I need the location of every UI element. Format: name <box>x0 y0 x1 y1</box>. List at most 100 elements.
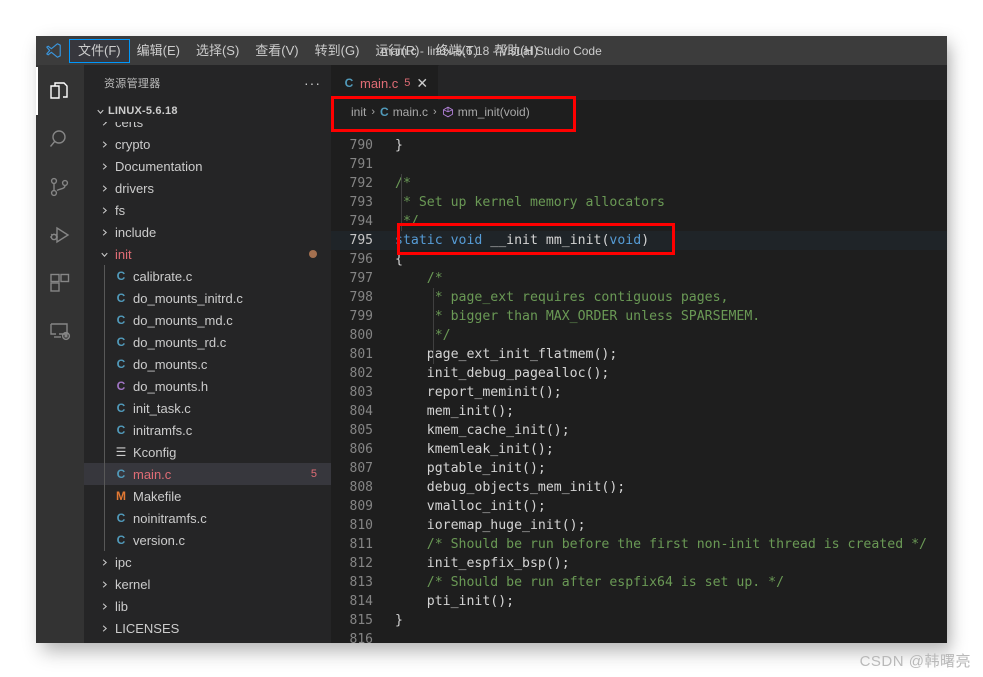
code-line-809: 809 vmalloc_init(); <box>331 497 947 516</box>
line-number: 805 <box>349 423 373 438</box>
tree-item-include[interactable]: include <box>84 221 331 243</box>
tree-item-noinitramfs-c[interactable]: Cnoinitramfs.c <box>84 507 331 529</box>
code-text: init_espfix_bsp(); <box>395 554 947 573</box>
code-text: report_meminit(); <box>395 383 947 402</box>
code-text: * Set up kernel memory allocators <box>395 193 947 212</box>
source-control-icon[interactable] <box>36 163 84 211</box>
tree-item-kernel[interactable]: kernel <box>84 573 331 595</box>
tree-item-fs[interactable]: fs <box>84 199 331 221</box>
tree-item-documentation[interactable]: Documentation <box>84 155 331 177</box>
code-line-795: 795 static void __init mm_init(void) <box>331 231 947 250</box>
close-icon[interactable]: ✕ <box>416 76 428 90</box>
code-token: */ <box>395 214 419 229</box>
c-file-icon: C <box>116 401 126 415</box>
menu-item-go[interactable]: 转到(G) <box>307 40 368 62</box>
tree-item-do-mounts-c[interactable]: Cdo_mounts.c <box>84 353 331 375</box>
code-line-806: 806 kmemleak_init(); <box>331 440 947 459</box>
tree-item-kconfig[interactable]: ☰ Kconfig <box>84 441 331 463</box>
menu-item-run[interactable]: 运行(R) <box>367 40 427 62</box>
code-line-799: 799 * bigger than MAX_ORDER unless SPARS… <box>331 307 947 326</box>
tree-item-calibrate-c[interactable]: Ccalibrate.c <box>84 265 331 287</box>
code-text: * bigger than MAX_ORDER unless SPARSEMEM… <box>395 307 947 326</box>
menu-item-help[interactable]: 帮助(H) <box>486 40 546 62</box>
code-token: * page_ext requires contiguous pages, <box>395 290 729 305</box>
breadcrumb-item-mm-init[interactable]: mm_init(void) <box>442 105 530 119</box>
chevron-right-icon <box>96 221 112 243</box>
tree-item-main-c[interactable]: Cmain.c 5 <box>84 463 331 485</box>
code-token: /* <box>395 176 411 191</box>
code-text: } <box>395 136 947 155</box>
code-editor[interactable]: 790} 791 792 /* 793 * Set up kernel memory a… <box>331 123 947 643</box>
code-token: /* Should be run before the first non-in… <box>395 537 927 552</box>
search-icon[interactable] <box>36 115 84 163</box>
line-number: 797 <box>349 271 373 286</box>
explorer-title: 资源管理器 <box>104 77 161 90</box>
code-text: mem_init(); <box>395 402 947 421</box>
tree-item-initramfs-c[interactable]: Cinitramfs.c <box>84 419 331 441</box>
tree-item-certs[interactable]: certs <box>84 122 331 133</box>
code-text: /* <box>395 174 947 193</box>
menu-item-view[interactable]: 查看(V) <box>247 40 306 62</box>
tree-item-makefile[interactable]: M Makefile <box>84 485 331 507</box>
breadcrumb-item-init[interactable]: init <box>351 105 366 119</box>
code-line-793: 793 * Set up kernel memory allocators <box>331 193 947 212</box>
tree-item-licenses[interactable]: LICENSES <box>84 617 331 639</box>
tree-item-do-mounts-h[interactable]: Cdo_mounts.h <box>84 375 331 397</box>
tree-item-drivers[interactable]: drivers <box>84 177 331 199</box>
code-text: * page_ext requires contiguous pages, <box>395 288 947 307</box>
line-number: 794 <box>349 214 373 229</box>
line-number: 792 <box>349 176 373 191</box>
tree-item-lib[interactable]: lib <box>84 595 331 617</box>
indent-guide <box>104 309 105 331</box>
tree-item-do-mounts-rd-c[interactable]: Cdo_mounts_rd.c <box>84 331 331 353</box>
editor-vertical-scrollbar[interactable] <box>937 123 947 643</box>
code-token: { <box>395 252 403 267</box>
chevron-right-icon <box>96 133 112 155</box>
code-token: * bigger than MAX_ORDER unless SPARSEMEM… <box>395 309 761 324</box>
menu-item-edit[interactable]: 编辑(E) <box>129 40 188 62</box>
tab-main-c[interactable]: C main.c 5 ✕ <box>331 65 440 100</box>
extensions-icon[interactable] <box>36 259 84 307</box>
indent-guide <box>104 441 105 463</box>
editor-tab-bar: C main.c 5 ✕ <box>331 65 947 100</box>
tree-item-init[interactable]: init <box>84 243 331 265</box>
file-tree[interactable]: certs crypto Documentation drivers fs include… <box>84 122 331 643</box>
breadcrumb-item-main-c[interactable]: C main.c <box>380 105 428 119</box>
indent-guide <box>104 375 105 397</box>
line-number: 791 <box>349 157 373 172</box>
tree-item-do-mounts-md-c[interactable]: Cdo_mounts_md.c <box>84 309 331 331</box>
c-file-icon: C <box>116 511 126 525</box>
tree-item-do-mounts-initrd-c[interactable]: Cdo_mounts_initrd.c <box>84 287 331 309</box>
code-text: /* Should be run after espfix64 is set u… <box>395 573 947 592</box>
method-symbol-icon <box>442 106 454 118</box>
remote-explorer-icon[interactable] <box>36 307 84 355</box>
tree-item-crypto[interactable]: crypto <box>84 133 331 155</box>
indent-guide <box>104 397 105 419</box>
run-and-debug-icon[interactable] <box>36 211 84 259</box>
code-token: mem_init(); <box>395 404 515 419</box>
menu-bar[interactable]: 文件(F) 编辑(E) 选择(S) 查看(V) 转到(G) 运行(R) 终端(T… <box>69 36 546 65</box>
tree-item-ipc[interactable]: ipc <box>84 551 331 573</box>
code-line-796: 796 { <box>331 250 947 269</box>
workspace-root-label: LINUX-5.6.18 <box>108 105 178 117</box>
menu-item-terminal[interactable]: 终端(T) <box>427 40 486 62</box>
breadcrumb: init › C main.c › mm_init(void) <box>331 100 947 123</box>
code-line-798: 798 * page_ext requires contiguous pages… <box>331 288 947 307</box>
chevron-right-icon <box>96 122 112 133</box>
tree-item-version-c[interactable]: Cversion.c <box>84 529 331 551</box>
chevron-down-icon <box>92 100 108 122</box>
indent-guide <box>433 345 434 364</box>
menu-item-selection[interactable]: 选择(S) <box>188 40 247 62</box>
tree-item-init-task-c[interactable]: Cinit_task.c <box>84 397 331 419</box>
chevron-right-icon <box>96 573 112 595</box>
tree-item-label: noinitramfs.c <box>133 510 207 526</box>
activity-bar <box>36 65 84 643</box>
menu-item-file[interactable]: 文件(F) <box>69 38 130 63</box>
workspace-root-row[interactable]: LINUX-5.6.18 <box>84 100 331 122</box>
code-line-804: 804 mem_init(); <box>331 402 947 421</box>
explorer-files-icon[interactable] <box>36 67 84 115</box>
more-actions-icon[interactable]: ··· <box>304 75 321 91</box>
